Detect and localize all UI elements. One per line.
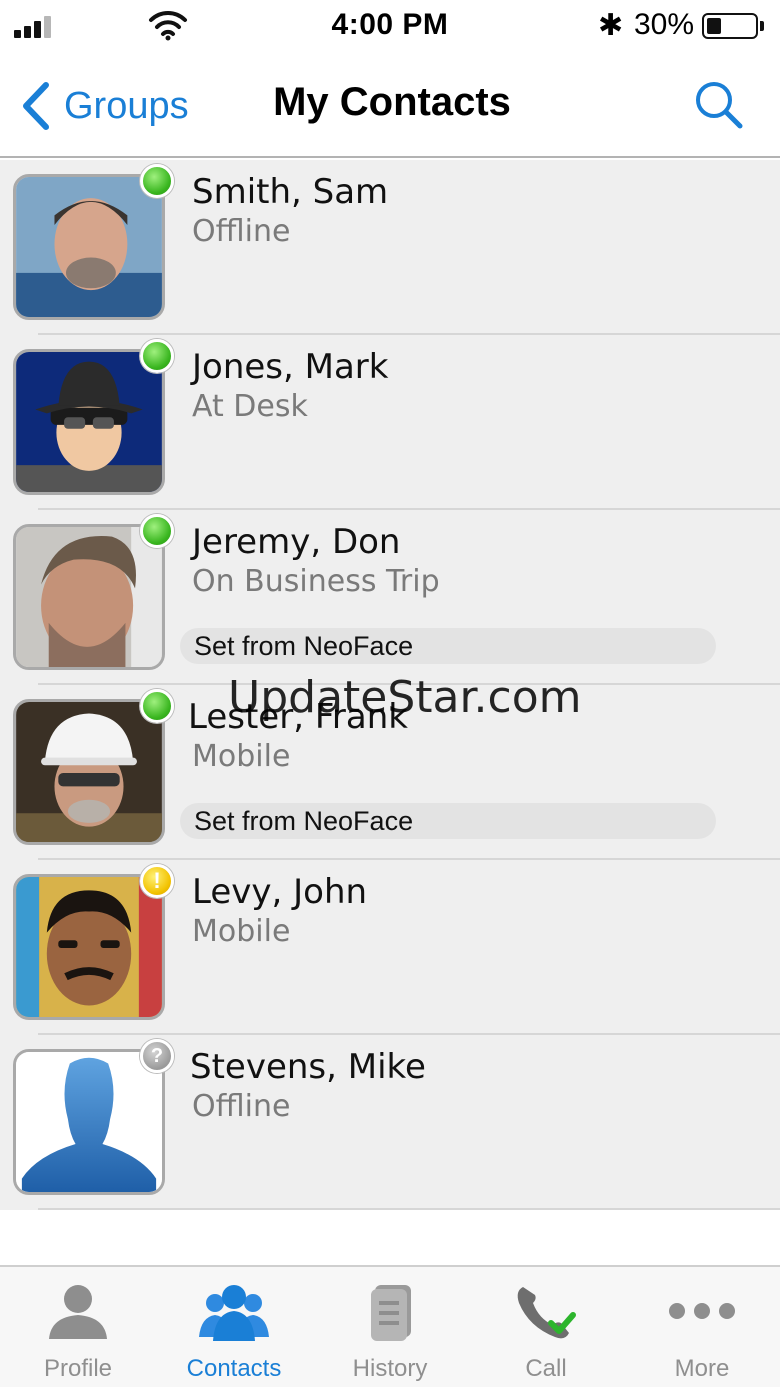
profile-icon [49,1285,107,1339]
contact-name: Jeremy, Don [192,522,401,562]
presence-indicator [140,864,174,898]
contact-row[interactable]: Jones, Mark At Desk [0,335,780,510]
contact-status: Offline [192,1089,291,1124]
contact-status: Mobile [192,739,291,774]
bluetooth-icon: ✱ [598,9,624,42]
tab-profile[interactable]: Profile [0,1267,156,1387]
avatar [13,1049,165,1195]
contact-status: On Business Trip [192,564,440,599]
status-bar: 4:00 PM ✱ 30% [0,0,780,52]
contact-name: Jones, Mark [192,347,389,387]
tab-call[interactable]: Call [468,1267,624,1387]
avatar [13,524,165,670]
tab-label: Call [525,1355,567,1382]
more-icon [669,1303,735,1319]
contact-name: Lester, Frank [188,697,408,737]
battery-icon [702,13,758,39]
contact-row[interactable]: Jeremy, Don On Business Trip Set from Ne… [0,510,780,685]
navigation-bar: Groups My Contacts [0,52,780,158]
battery-level [707,18,721,34]
contact-status: Mobile [192,914,291,949]
tab-label: More [674,1355,730,1382]
contact-row[interactable]: Lester, Frank Mobile Set from NeoFace [0,685,780,860]
presence-indicator [140,1039,174,1073]
contact-row[interactable]: Stevens, Mike Offline [0,1035,780,1210]
avatar [13,349,165,495]
tab-contacts[interactable]: Contacts [156,1267,312,1387]
avatar [13,874,165,1020]
contact-name: Smith, Sam [192,172,389,212]
contact-row[interactable]: Levy, John Mobile [0,860,780,1035]
status-note: Set from NeoFace [180,803,716,839]
contact-status: Offline [192,214,291,249]
presence-indicator [140,164,174,198]
avatar [13,174,165,320]
tab-history[interactable]: History [312,1267,468,1387]
call-icon [517,1287,576,1339]
avatar [13,699,165,845]
tab-more[interactable]: More [624,1267,780,1387]
contact-status: At Desk [192,389,308,424]
battery-tip [760,21,764,31]
tab-label: Profile [43,1355,113,1382]
battery-percent: 30% [634,8,695,41]
page-title: My Contacts [273,80,511,124]
presence-indicator [140,339,174,373]
tab-label: History [352,1355,428,1382]
search-icon[interactable] [690,78,746,134]
tab-label: Contacts [186,1355,282,1382]
presence-indicator [140,689,174,723]
history-icon [371,1285,411,1341]
status-note: Set from NeoFace [180,628,716,664]
tab-bar: Profile Contacts History Call More [0,1265,780,1387]
presence-indicator [140,514,174,548]
contact-name: Stevens, Mike [190,1047,426,1087]
contact-name: Levy, John [192,872,368,912]
row-divider [38,1208,780,1210]
contact-list: Smith, Sam Offline Jones, Mark At Desk J… [0,160,780,1210]
contacts-icon [199,1285,269,1341]
contact-row[interactable]: Smith, Sam Offline [0,160,780,335]
